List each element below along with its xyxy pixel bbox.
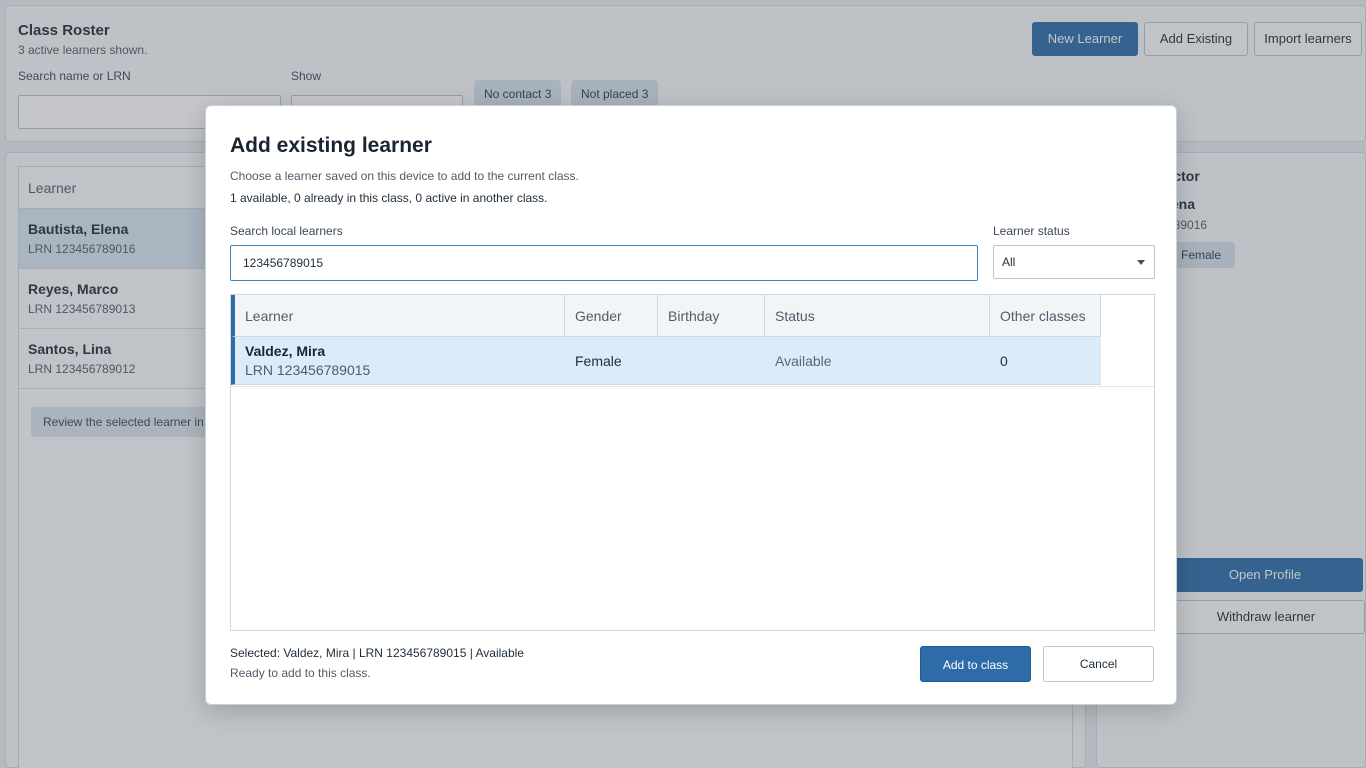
local-search-label: Search local learners (230, 224, 343, 238)
chevron-down-icon (1137, 260, 1145, 265)
column-header-gender[interactable]: Gender (565, 295, 658, 337)
dialog-counts: 1 available, 0 already in this class, 0 … (230, 191, 548, 205)
local-search-input[interactable] (230, 245, 978, 281)
table-header: Learner Gender Birthday Status Other cla… (231, 295, 1101, 337)
table-divider (231, 386, 1154, 387)
add-to-class-button[interactable]: Add to class (920, 646, 1031, 682)
row-learner-name: Valdez, Mira (245, 343, 326, 359)
column-header-birthday[interactable]: Birthday (658, 295, 765, 337)
column-header-learner[interactable]: Learner (235, 295, 565, 337)
cell-status: Available (775, 353, 832, 369)
column-header-status[interactable]: Status (765, 295, 990, 337)
table-row[interactable]: Valdez, Mira LRN 123456789015 Female Ava… (231, 337, 1101, 385)
cancel-button[interactable]: Cancel (1043, 646, 1154, 682)
row-learner-lrn: LRN 123456789015 (245, 362, 371, 378)
column-header-other-classes[interactable]: Other classes (990, 295, 1101, 337)
local-learners-table: Learner Gender Birthday Status Other cla… (230, 294, 1155, 631)
selection-status: Ready to add to this class. (230, 666, 371, 680)
learner-status-label: Learner status (993, 224, 1070, 238)
selection-summary: Selected: Valdez, Mira | LRN 12345678901… (230, 646, 524, 660)
learner-status-value: All (1002, 255, 1016, 269)
cell-gender: Female (575, 353, 622, 369)
cell-birthday (658, 337, 765, 385)
cell-learner: Valdez, Mira LRN 123456789015 (235, 337, 565, 385)
cell-other-classes: 0 (1000, 353, 1008, 369)
learner-status-select[interactable]: All (993, 245, 1155, 279)
dialog-title: Add existing learner (230, 134, 432, 157)
dialog-description: Choose a learner saved on this device to… (230, 169, 579, 183)
add-existing-learner-dialog: Add existing learner Choose a learner sa… (205, 105, 1177, 705)
